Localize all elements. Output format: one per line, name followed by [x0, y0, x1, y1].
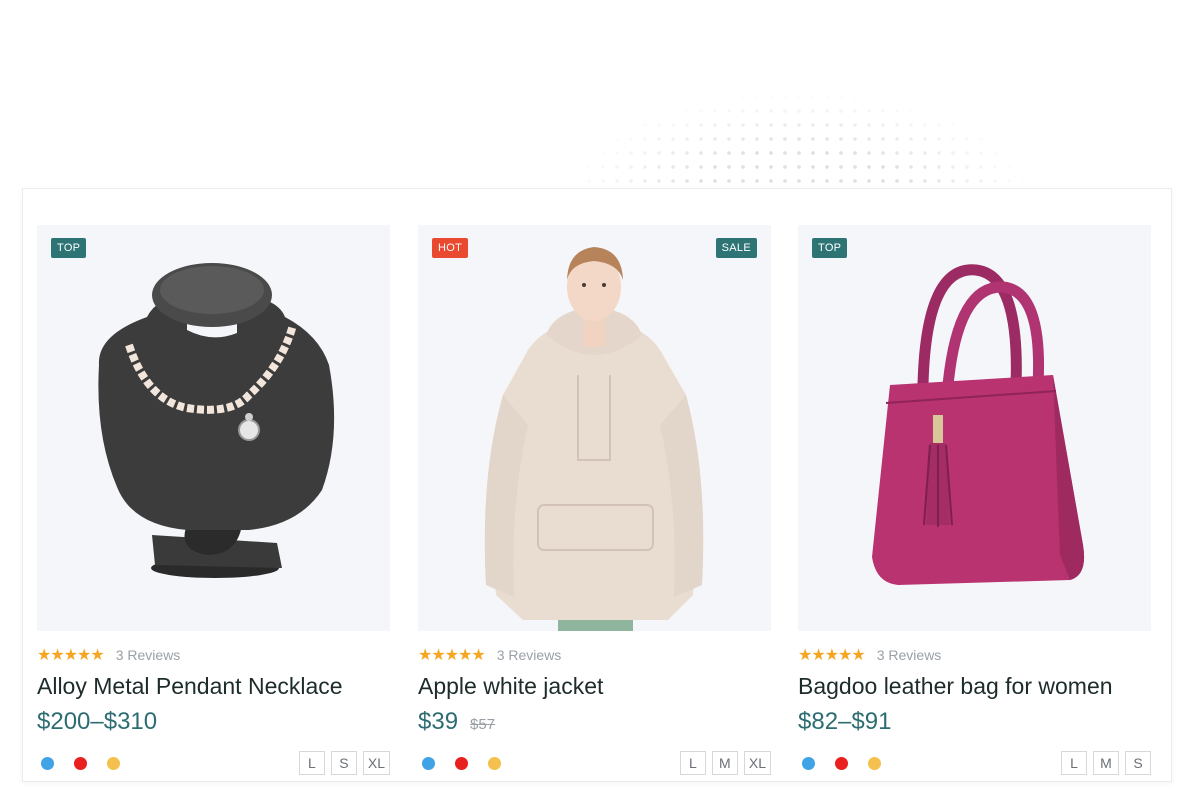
color-swatch-red[interactable]	[835, 756, 848, 770]
star-rating-icon: ★★★★★	[37, 647, 105, 664]
size-option[interactable]: S	[1125, 751, 1151, 775]
price-row: $82–$91	[798, 708, 1151, 736]
product-options: L M S	[798, 750, 1151, 776]
product-title[interactable]: Bagdoo leather bag for women	[798, 673, 1151, 700]
size-options: L M XL	[679, 751, 771, 775]
size-options: L S XL	[298, 751, 390, 775]
size-option[interactable]: XL	[743, 751, 771, 775]
handbag-image	[872, 264, 1085, 585]
rating: ★★★★★ 3 Reviews	[418, 647, 771, 664]
color-swatches	[798, 756, 881, 770]
hot-badge: HOT	[432, 238, 469, 258]
rating: ★★★★★ 3 Reviews	[798, 647, 1151, 664]
color-swatch-yellow[interactable]	[488, 756, 501, 770]
star-rating-icon: ★★★★★	[798, 647, 866, 664]
product-title[interactable]: Alloy Metal Pendant Necklace	[37, 673, 390, 700]
sale-badge: SALE	[715, 238, 757, 258]
size-options: L M S	[1061, 751, 1151, 775]
color-swatches	[37, 756, 120, 770]
size-option[interactable]: L	[298, 751, 325, 775]
size-option[interactable]: M	[1093, 751, 1119, 775]
size-option[interactable]: L	[1061, 751, 1087, 775]
rating: ★★★★★ 3 Reviews	[37, 647, 390, 664]
product-image[interactable]: TOP	[798, 225, 1151, 631]
product-options: L S XL	[37, 750, 390, 776]
product-image[interactable]: HOT SALE	[418, 225, 771, 631]
product-price: $200–$310	[37, 708, 158, 735]
color-swatch-red[interactable]	[455, 756, 468, 770]
color-swatch-yellow[interactable]	[107, 756, 120, 770]
product-options: L M XL	[418, 750, 771, 776]
color-swatch-blue[interactable]	[802, 756, 815, 770]
color-swatch-blue[interactable]	[41, 756, 54, 770]
size-option[interactable]: L	[679, 751, 706, 775]
size-option[interactable]: XL	[362, 751, 390, 775]
product-card[interactable]: HOT SALE ★★★★★ 3 Reviews Apple white jac…	[418, 225, 771, 776]
product-title[interactable]: Apple white jacket	[418, 673, 771, 700]
price-row: $39 $57	[418, 708, 771, 736]
star-rating-icon: ★★★★★	[418, 647, 486, 664]
top-badge: TOP	[51, 238, 87, 258]
size-option[interactable]: S	[330, 751, 357, 775]
dotted-background-pattern	[540, 20, 1060, 195]
hoodie-model-image	[484, 247, 704, 631]
top-badge: TOP	[812, 238, 848, 258]
product-grid: TOP ★★★★★ 3 Reviews Alloy Metal Pendant …	[22, 188, 1172, 782]
product-card[interactable]: TOP ★★★★★ 3 Reviews Bagdoo leather bag f…	[798, 225, 1151, 776]
reviews-link[interactable]: 3 Reviews	[497, 647, 562, 663]
product-card[interactable]: TOP ★★★★★ 3 Reviews Alloy Metal Pendant …	[37, 225, 390, 776]
price-row: $200–$310	[37, 708, 390, 736]
reviews-link[interactable]: 3 Reviews	[116, 647, 181, 663]
color-swatches	[418, 756, 501, 770]
color-swatch-yellow[interactable]	[868, 756, 881, 770]
product-price: $82–$91	[798, 708, 892, 735]
necklace-bust-image	[98, 263, 335, 578]
color-swatch-blue[interactable]	[422, 756, 435, 770]
reviews-link[interactable]: 3 Reviews	[877, 647, 942, 663]
original-price: $57	[470, 716, 496, 733]
product-image[interactable]: TOP	[37, 225, 390, 631]
size-option[interactable]: M	[711, 751, 738, 775]
product-price: $39	[418, 708, 459, 735]
color-swatch-red[interactable]	[74, 756, 87, 770]
